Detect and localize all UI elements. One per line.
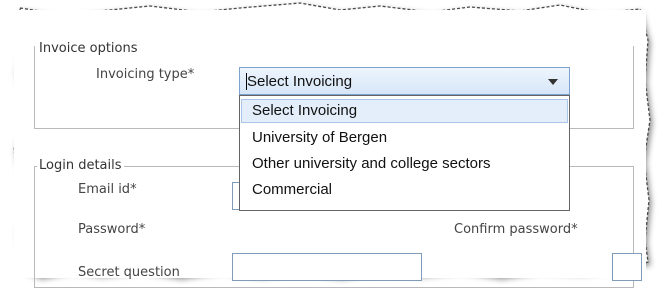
invoicing-type-dropdown: Select Invoicing University of Bergen Ot… — [239, 95, 570, 211]
confirm-password-label: Confirm password* — [454, 222, 578, 237]
confirm-password-input[interactable] — [612, 253, 642, 281]
invoicing-type-label: Invoicing type* — [96, 67, 195, 82]
secret-question-label: Secret question — [78, 265, 180, 280]
invoice-options-legend: Invoice options — [37, 41, 140, 56]
password-label: Password* — [78, 222, 146, 237]
chevron-down-icon[interactable] — [548, 79, 558, 85]
login-details-legend: Login details — [37, 158, 124, 173]
invoicing-type-select[interactable]: Select Invoicing — [239, 67, 570, 95]
dropdown-option-select-invoicing[interactable]: Select Invoicing — [241, 99, 568, 123]
dropdown-option-commercial[interactable]: Commercial — [241, 178, 568, 202]
screenshot-frame: Invoice options Invoicing type* Login de… — [0, 0, 662, 291]
dropdown-option-other-university[interactable]: Other university and college sectors — [241, 152, 568, 176]
invoicing-type-selected-value: Select Invoicing — [247, 73, 353, 90]
password-input[interactable] — [232, 253, 422, 281]
email-label: Email id* — [78, 182, 137, 197]
dropdown-option-university-of-bergen[interactable]: University of Bergen — [241, 126, 568, 150]
